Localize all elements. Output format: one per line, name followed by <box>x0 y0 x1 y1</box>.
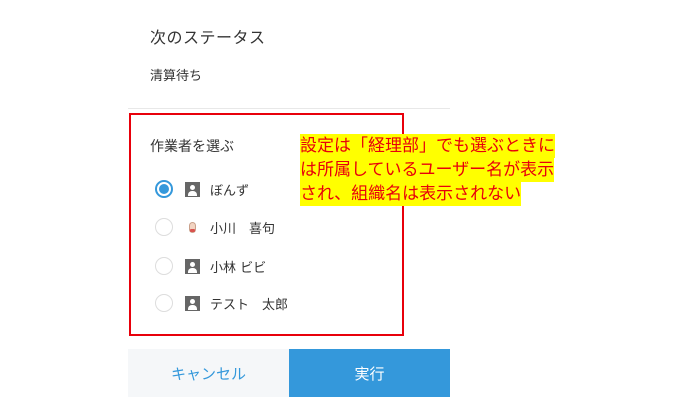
radio-button[interactable] <box>155 257 173 275</box>
assignee-option-label: 小林 ビビ <box>210 260 267 276</box>
section-divider <box>128 108 450 109</box>
assignee-option[interactable]: ぼんず <box>155 177 249 201</box>
assignee-option[interactable]: 小林 ビビ <box>155 254 266 278</box>
assignee-option-label: ぼんず <box>210 183 250 199</box>
workflow-dialog: 次のステータス 清算待ち 作業者を選ぶ ぼんず 小川 喜句 小林 ビビ テスト … <box>0 0 691 412</box>
execute-button[interactable]: 実行 <box>289 349 450 397</box>
cancel-button[interactable]: キャンセル <box>128 349 289 397</box>
annotation-line: され、組織名は表示されない <box>300 182 522 206</box>
user-photo-icon <box>185 220 200 235</box>
radio-button-selected[interactable] <box>155 180 173 198</box>
user-icon <box>185 181 200 197</box>
assignee-option-label: テスト 太郎 <box>210 297 289 313</box>
assignee-option[interactable]: テスト 太郎 <box>155 291 288 315</box>
assignee-section-title: 作業者を選ぶ <box>150 139 234 155</box>
radio-button[interactable] <box>155 294 173 312</box>
annotation-line: は所属しているユーザー名が表示 <box>300 158 555 182</box>
user-icon <box>185 295 200 311</box>
annotation-line: 設定は「経理部」でも選ぶときに <box>300 134 555 158</box>
assignee-option-label: 小川 喜句 <box>210 221 276 237</box>
annotation-callout: 設定は「経理部」でも選ぶときに は所属しているユーザー名が表示 され、組織名は表… <box>300 134 555 206</box>
next-status-heading: 次のステータス <box>150 28 266 47</box>
radio-button[interactable] <box>155 218 173 236</box>
next-status-value: 清算待ち <box>150 69 203 84</box>
assignee-option[interactable]: 小川 喜句 <box>155 215 275 239</box>
user-icon <box>185 258 200 274</box>
